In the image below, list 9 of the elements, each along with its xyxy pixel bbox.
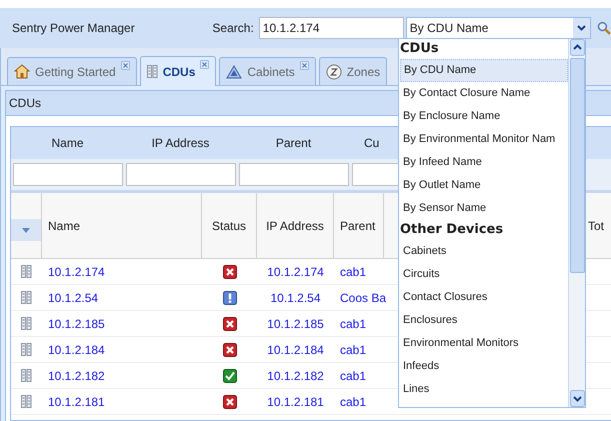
panel-title: CDUs <box>9 95 41 112</box>
filter-column-header: Parent <box>274 135 312 152</box>
search-label: Search: <box>212 20 254 37</box>
filter-column-header: Cu <box>363 135 380 152</box>
app-title: Sentry Power Manager <box>12 20 136 37</box>
filter-column-header: Name <box>50 135 84 152</box>
group-heading: Other Devices <box>400 221 504 240</box>
group-heading: CDUs <box>400 40 440 58</box>
filter-column-header: IP Address <box>150 135 210 152</box>
